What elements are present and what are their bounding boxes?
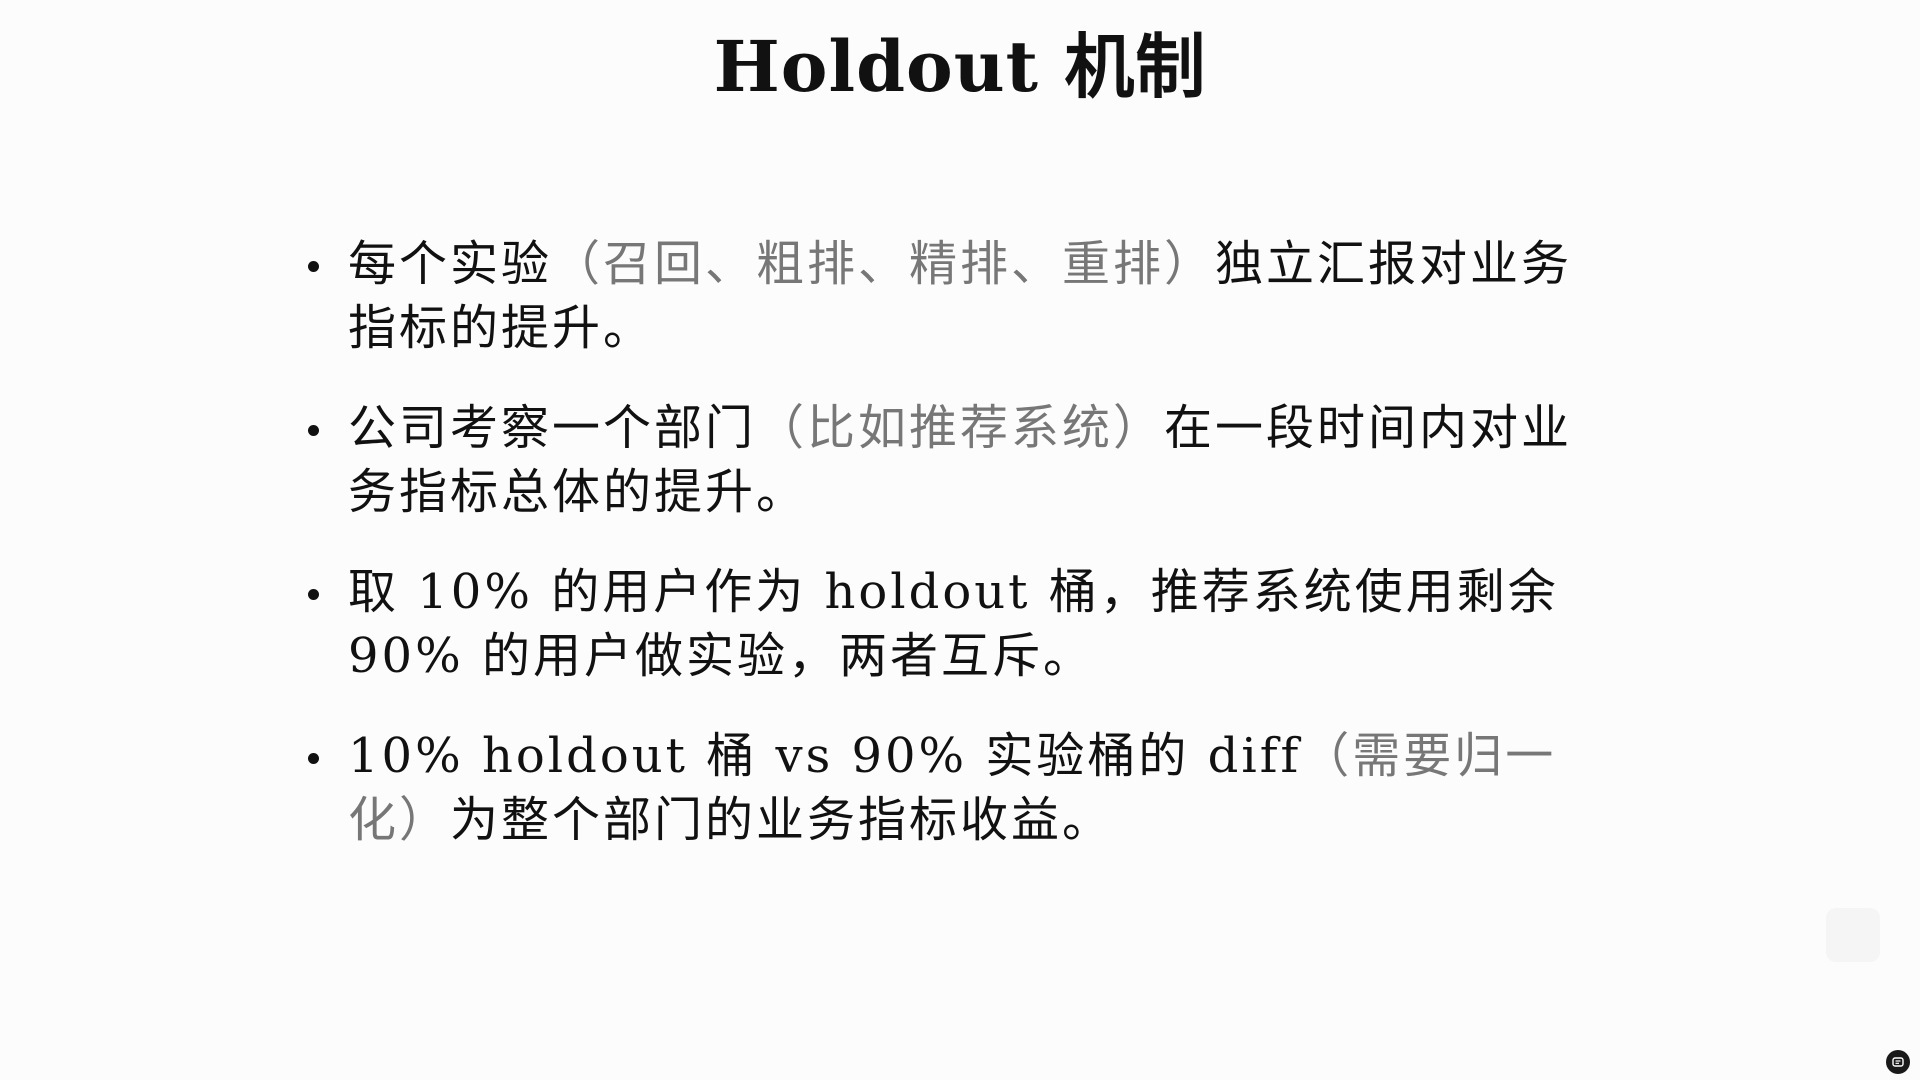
- bullet-text-part: 每个实验: [348, 236, 553, 292]
- bullet-item: 10% holdout 桶 vs 90% 实验桶的 diff（需要归一化）为整个…: [300, 724, 1600, 852]
- bullet-list: 每个实验（召回、粗排、精排、重排）独立汇报对业务指标的提升。 公司考察一个部门（…: [300, 232, 1600, 888]
- bullet-note: （召回、粗排、精排、重排）: [552, 236, 1216, 292]
- bullet-text: 公司考察一个部门（比如推荐系统）在一段时间内对业务指标总体的提升。: [348, 400, 1572, 520]
- bullet-text-part: 取 10% 的用户作为 holdout 桶，推荐系统使用剩余 90% 的用户做实…: [348, 564, 1559, 684]
- bullet-text-part: 10% holdout 桶 vs 90% 实验桶的 diff: [348, 728, 1302, 784]
- bullet-text: 每个实验（召回、粗排、精排、重排）独立汇报对业务指标的提升。: [348, 236, 1572, 356]
- screenshot-tool-icon[interactable]: [1886, 1050, 1910, 1074]
- bullet-dot: [308, 261, 319, 272]
- bullet-text: 取 10% 的用户作为 holdout 桶，推荐系统使用剩余 90% 的用户做实…: [348, 564, 1559, 684]
- bullet-text-part: 公司考察一个部门: [348, 400, 757, 456]
- slide: Holdout 机制 每个实验（召回、粗排、精排、重排）独立汇报对业务指标的提升…: [0, 0, 1920, 1080]
- floating-button[interactable]: [1826, 908, 1880, 962]
- bullet-text: 10% holdout 桶 vs 90% 实验桶的 diff（需要归一化）为整个…: [348, 728, 1556, 848]
- bullet-dot: [308, 589, 319, 600]
- bullet-dot: [308, 425, 319, 436]
- slide-title: Holdout 机制: [713, 25, 1207, 108]
- bullet-text-part: 为整个部门的业务指标收益。: [450, 792, 1114, 848]
- bullet-item: 取 10% 的用户作为 holdout 桶，推荐系统使用剩余 90% 的用户做实…: [300, 560, 1600, 688]
- bullet-note: （比如推荐系统）: [756, 400, 1165, 456]
- bullet-item: 公司考察一个部门（比如推荐系统）在一段时间内对业务指标总体的提升。: [300, 396, 1600, 524]
- bullet-dot: [308, 753, 319, 764]
- bullet-item: 每个实验（召回、粗排、精排、重排）独立汇报对业务指标的提升。: [300, 232, 1600, 360]
